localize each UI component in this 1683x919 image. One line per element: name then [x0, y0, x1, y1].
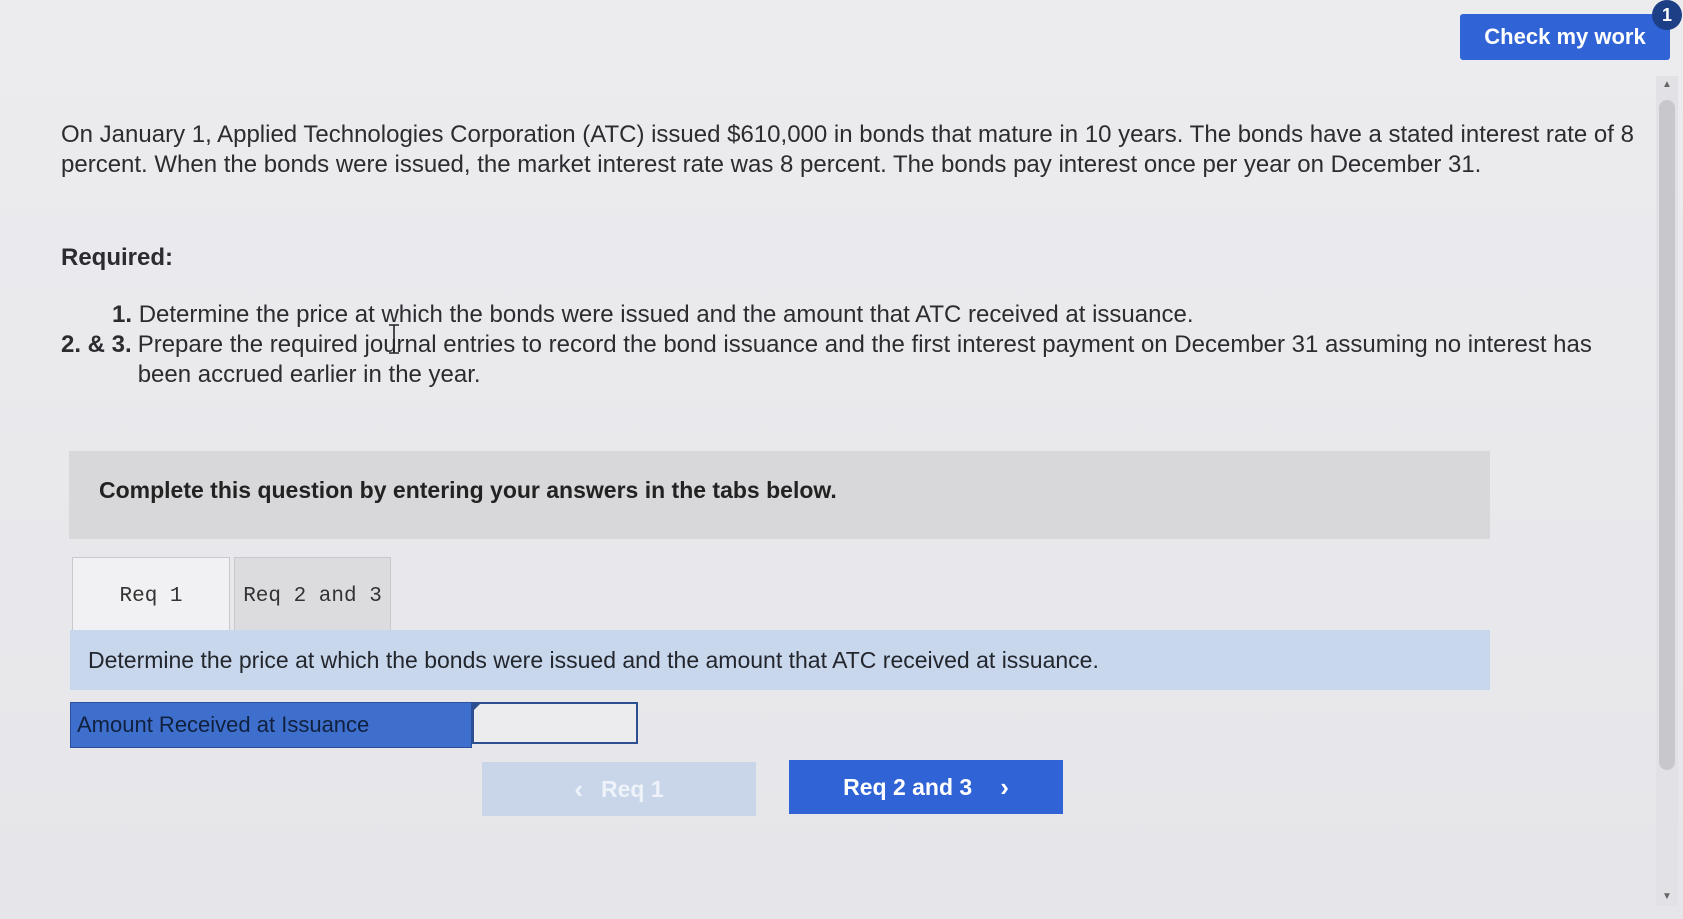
tab-req-2-and-3[interactable]: Req 2 and 3	[234, 557, 391, 635]
required-item-number: 1.	[112, 301, 133, 328]
question-prompt: Determine the price at which the bonds w…	[70, 630, 1490, 690]
page: Check my work 1 ▲ ▼ On January 1, Applie…	[0, 0, 1683, 919]
instruction-text: Complete this question by entering your …	[99, 477, 837, 503]
required-item-1: 1. Determine the price at which the bond…	[61, 300, 1621, 330]
amount-received-input[interactable]	[472, 702, 638, 744]
prev-req-label: Req 1	[601, 775, 664, 802]
check-my-work-button[interactable]: Check my work	[1460, 14, 1670, 60]
required-item-text: Determine the price at which the bonds w…	[138, 301, 1194, 328]
chevron-left-icon: ‹	[574, 773, 584, 804]
requirement-tabs: Req 1 Req 2 and 3	[72, 557, 391, 635]
scroll-thumb[interactable]	[1659, 100, 1675, 770]
amount-received-label: Amount Received at Issuance	[70, 702, 472, 748]
scroll-down-arrow-icon[interactable]: ▼	[1660, 890, 1674, 904]
required-item-number: 2. & 3.	[61, 331, 132, 358]
scrollbar[interactable]: ▲ ▼	[1656, 76, 1678, 906]
next-req-label: Req 2 and 3	[843, 773, 973, 800]
problem-statement: On January 1, Applied Technologies Corpo…	[61, 121, 1634, 178]
tab-req-1[interactable]: Req 1	[72, 557, 230, 635]
text-cursor-icon	[389, 324, 399, 354]
next-req-button[interactable]: Req 2 and 3 ›	[789, 760, 1063, 814]
scroll-up-arrow-icon[interactable]: ▲	[1660, 78, 1674, 92]
chevron-right-icon: ›	[1000, 771, 1009, 802]
required-item-text: Prepare the required journal entries to …	[137, 331, 1592, 388]
instruction-panel: Complete this question by entering your …	[69, 451, 1490, 539]
required-list: 1. Determine the price at which the bond…	[61, 300, 1621, 390]
input-corner-marker	[472, 704, 480, 712]
required-heading: Required:	[61, 244, 174, 271]
prev-req-button[interactable]: ‹ Req 1	[482, 762, 756, 816]
answer-row: Amount Received at Issuance	[70, 702, 638, 748]
attempt-badge: 1	[1652, 0, 1682, 30]
required-item-2: 2. & 3. Prepare the required journal entr…	[61, 330, 1621, 390]
